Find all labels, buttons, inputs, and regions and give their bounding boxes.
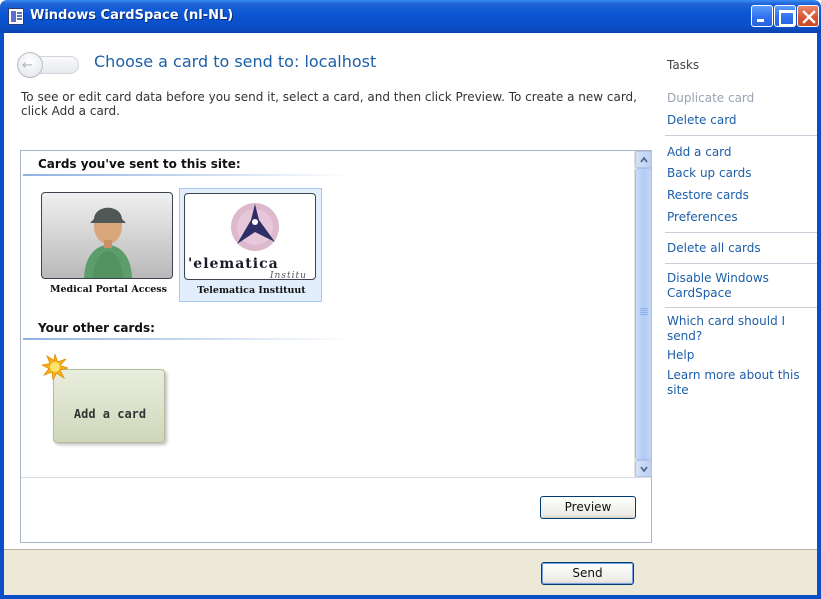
logo-subtext: Institu — [270, 271, 307, 280]
card-label: Medical Portal Access — [49, 284, 168, 295]
window-frame-left — [0, 33, 4, 599]
task-back-up-cards[interactable]: Back up cards — [667, 166, 815, 181]
window-frame-bottom — [0, 595, 821, 599]
card-medical-portal-access[interactable]: Medical Portal Access — [37, 188, 180, 302]
close-button[interactable] — [797, 5, 819, 27]
dialog-footer — [4, 549, 817, 595]
chevron-up-icon — [640, 156, 648, 163]
other-cards-heading: Your other cards: — [38, 321, 155, 335]
tasks-divider — [665, 307, 817, 308]
task-disable-cardspace[interactable]: Disable Windows CardSpace — [667, 271, 787, 301]
instructions-text: To see or edit card data before you send… — [21, 90, 637, 118]
vertical-scrollbar[interactable] — [634, 151, 652, 477]
task-add-a-card[interactable]: Add a card — [667, 145, 815, 160]
logo-text: 'elematica — [188, 256, 279, 272]
window-frame-right — [817, 33, 821, 599]
star-icon — [42, 354, 68, 380]
back-arrow-icon: ← — [22, 58, 33, 73]
task-restore-cards[interactable]: Restore cards — [667, 188, 815, 203]
task-delete-card[interactable]: Delete card — [667, 113, 815, 128]
task-help[interactable]: Help — [667, 348, 815, 363]
add-card-label: Add a card — [73, 407, 147, 421]
card-label: Telematica Instituut — [197, 285, 306, 296]
sent-cards-heading: Cards you've sent to this site: — [38, 157, 241, 171]
title-bar[interactable]: Windows CardSpace (nl-NL) — [0, 0, 821, 33]
cards-panel: Cards you've sent to this site: Medical … — [20, 150, 652, 543]
minimize-button[interactable] — [751, 5, 773, 27]
add-a-card-tile[interactable]: Add a card — [53, 369, 165, 443]
task-duplicate-card[interactable]: Duplicate card — [667, 91, 815, 106]
section-divider — [23, 174, 353, 176]
person-card-image — [41, 192, 173, 279]
cards-list: Cards you've sent to this site: Medical … — [21, 151, 633, 477]
tasks-divider — [665, 232, 817, 233]
telematica-logo: 'elematica Institu — [184, 193, 316, 280]
close-icon — [802, 10, 816, 24]
panel-divider — [21, 477, 651, 478]
preview-button[interactable]: Preview — [540, 496, 636, 519]
scrollbar-grip — [640, 308, 648, 316]
chevron-down-icon — [640, 466, 648, 473]
task-preferences[interactable]: Preferences — [667, 210, 815, 225]
task-learn-more-site[interactable]: Learn more about this site — [667, 368, 807, 398]
tasks-heading: Tasks — [667, 58, 700, 72]
card-telematica-instituut[interactable]: 'elematica Institu Telematica Instituut — [179, 188, 322, 302]
task-delete-all-cards[interactable]: Delete all cards — [667, 241, 815, 256]
scroll-down-button[interactable] — [635, 460, 652, 477]
tasks-divider — [665, 263, 817, 264]
page-title: Choose a card to send to: localhost — [94, 52, 377, 71]
task-which-card-help[interactable]: Which card should I send? — [667, 314, 797, 344]
scroll-up-button[interactable] — [635, 151, 652, 168]
send-button[interactable]: Send — [541, 562, 634, 585]
section-divider — [23, 338, 353, 340]
scrollbar-thumb[interactable] — [635, 168, 652, 460]
cardspace-app-icon — [8, 8, 24, 25]
tasks-divider — [665, 135, 817, 136]
window-title: Windows CardSpace (nl-NL) — [30, 8, 234, 23]
maximize-button[interactable] — [774, 5, 796, 27]
